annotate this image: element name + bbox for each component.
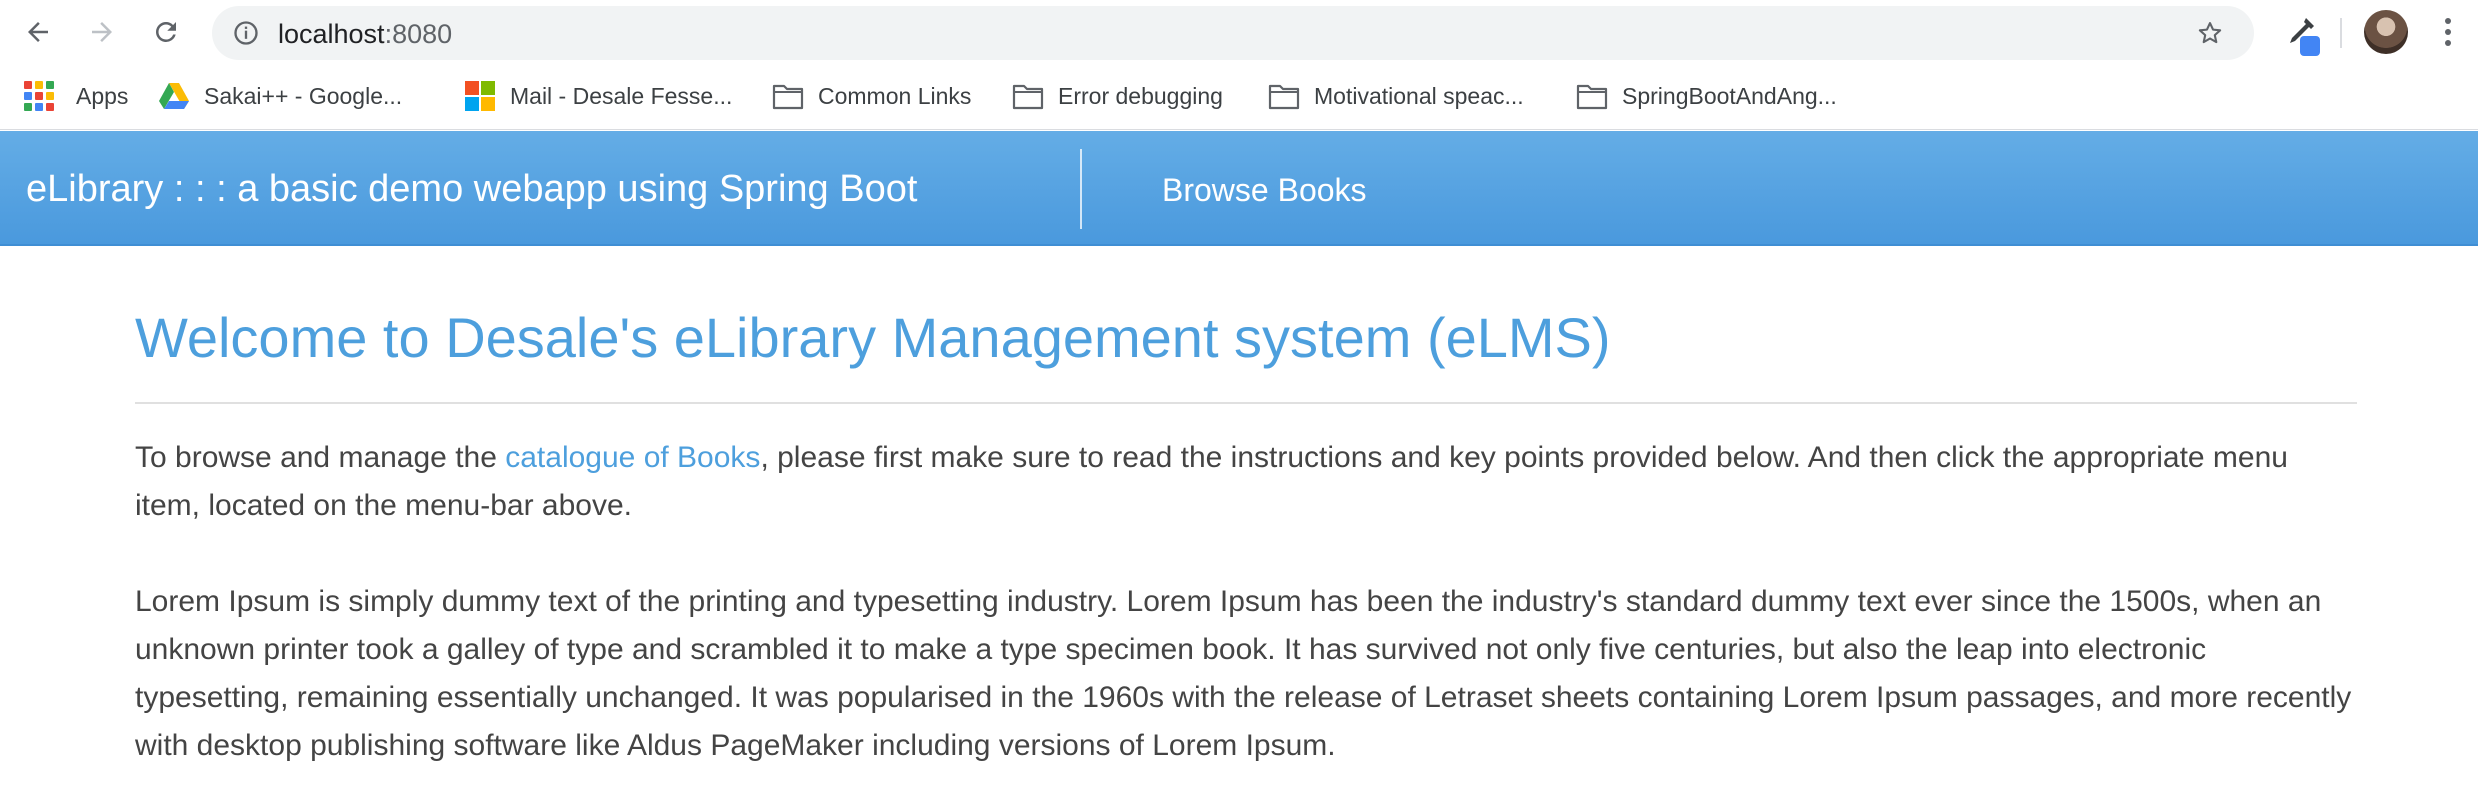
bookmark-label: Apps	[76, 82, 129, 109]
bookmark-motivational[interactable]: Motivational speac...	[1268, 78, 1524, 114]
apps-grid-icon	[24, 81, 54, 111]
toolbar-divider	[2340, 18, 2342, 48]
bookmark-sakai[interactable]: Sakai++ - Google...	[158, 78, 402, 114]
browser-toolbar: localhost:8080	[0, 0, 2478, 64]
info-icon[interactable]	[232, 19, 260, 47]
bookmark-common-links[interactable]: Common Links	[772, 78, 971, 114]
back-button[interactable]	[14, 8, 62, 56]
url-host: localhost	[278, 19, 385, 49]
forward-button[interactable]	[78, 8, 126, 56]
folder-icon	[1576, 84, 1608, 110]
address-url[interactable]: localhost:8080	[278, 20, 452, 48]
arrow-right-icon	[92, 22, 112, 42]
bookmark-label: SpringBootAndAng...	[1622, 82, 1837, 109]
bookmark-label: Error debugging	[1058, 82, 1223, 109]
google-drive-icon	[159, 83, 189, 109]
folder-icon	[772, 84, 804, 110]
kebab-icon[interactable]	[2434, 12, 2462, 52]
bookmark-springboot[interactable]: SpringBootAndAng...	[1576, 78, 1837, 114]
microsoft-icon	[465, 81, 495, 111]
eyedropper-icon[interactable]	[2282, 14, 2322, 58]
lorem-paragraph: Lorem Ipsum is simply dummy text of the …	[135, 585, 2352, 762]
address-bar[interactable]: localhost:8080	[212, 6, 2254, 60]
bookmark-label: Mail - Desale Fesse...	[510, 82, 733, 109]
bookmark-error-debugging[interactable]: Error debugging	[1012, 78, 1223, 114]
reload-button[interactable]	[142, 8, 190, 56]
catalogue-link[interactable]: catalogue of Books	[505, 441, 760, 474]
main-content: Welcome to Desale's eLibrary Management …	[135, 300, 2357, 770]
bookmark-label: Common Links	[818, 82, 972, 109]
bookmark-mail[interactable]: Mail - Desale Fesse...	[464, 78, 732, 114]
reload-icon	[156, 21, 176, 42]
navbar-brand[interactable]: eLibrary : : : a basic demo webapp using…	[26, 167, 917, 211]
bookmark-label: Motivational speac...	[1314, 82, 1524, 109]
bookmark-label: Sakai++ - Google...	[204, 82, 403, 109]
star-icon[interactable]	[2196, 19, 2224, 47]
arrow-left-icon	[28, 22, 48, 42]
title-divider	[135, 402, 2357, 404]
nav-link-browse-books[interactable]: Browse Books	[1162, 171, 1367, 209]
intro-text-before: To browse and manage the	[135, 441, 506, 474]
intro-paragraph: To browse and manage the catalogue of Bo…	[135, 434, 2357, 530]
folder-icon	[1268, 84, 1300, 110]
bookmarks-bar: Apps Sakai++ - Google... Mail - Desale F…	[0, 64, 2478, 130]
folder-icon	[1012, 84, 1044, 110]
url-port: :8080	[384, 19, 453, 49]
bookmark-apps[interactable]: Apps	[24, 78, 128, 114]
navbar-divider	[1080, 149, 1082, 229]
app-navbar: eLibrary : : : a basic demo webapp using…	[0, 131, 2478, 246]
avatar[interactable]	[2364, 10, 2408, 54]
page-title: Welcome to Desale's eLibrary Management …	[135, 306, 1611, 369]
